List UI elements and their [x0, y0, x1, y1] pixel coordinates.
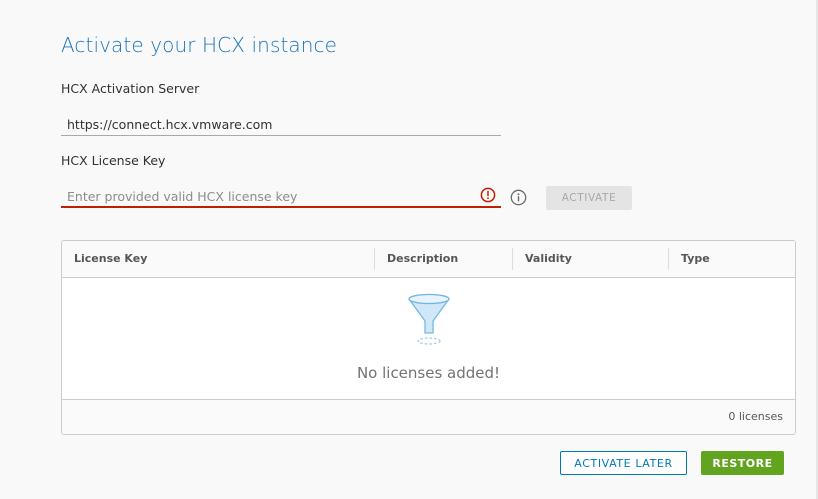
filter-funnel-icon: [408, 293, 450, 345]
empty-grid-message: No licenses added!: [356, 364, 501, 382]
license-key-input[interactable]: [61, 186, 501, 208]
restore-button[interactable]: RESTORE: [701, 451, 784, 475]
activation-server-label: HCX Activation Server: [61, 81, 200, 96]
column-separator[interactable]: [512, 248, 513, 270]
activate-button[interactable]: ACTIVATE: [546, 186, 632, 210]
column-header-license-key[interactable]: License Key: [74, 241, 147, 277]
grid-header: License Key Description Validity Type: [62, 241, 795, 278]
column-separator[interactable]: [374, 248, 375, 270]
activate-later-button[interactable]: ACTIVATE LATER: [560, 451, 687, 475]
license-count: 0 licenses: [728, 410, 783, 423]
error-icon: [480, 187, 496, 203]
activation-server-input[interactable]: [61, 114, 501, 136]
page-title: Activate your HCX instance: [61, 33, 338, 57]
column-header-validity[interactable]: Validity: [525, 241, 572, 277]
info-icon[interactable]: [510, 189, 527, 206]
license-grid: License Key Description Validity Type No…: [61, 240, 796, 435]
column-header-description[interactable]: Description: [387, 241, 458, 277]
column-separator[interactable]: [668, 248, 669, 270]
grid-footer: 0 licenses: [62, 399, 795, 434]
license-key-label: HCX License Key: [61, 153, 166, 168]
column-header-type[interactable]: Type: [681, 241, 710, 277]
